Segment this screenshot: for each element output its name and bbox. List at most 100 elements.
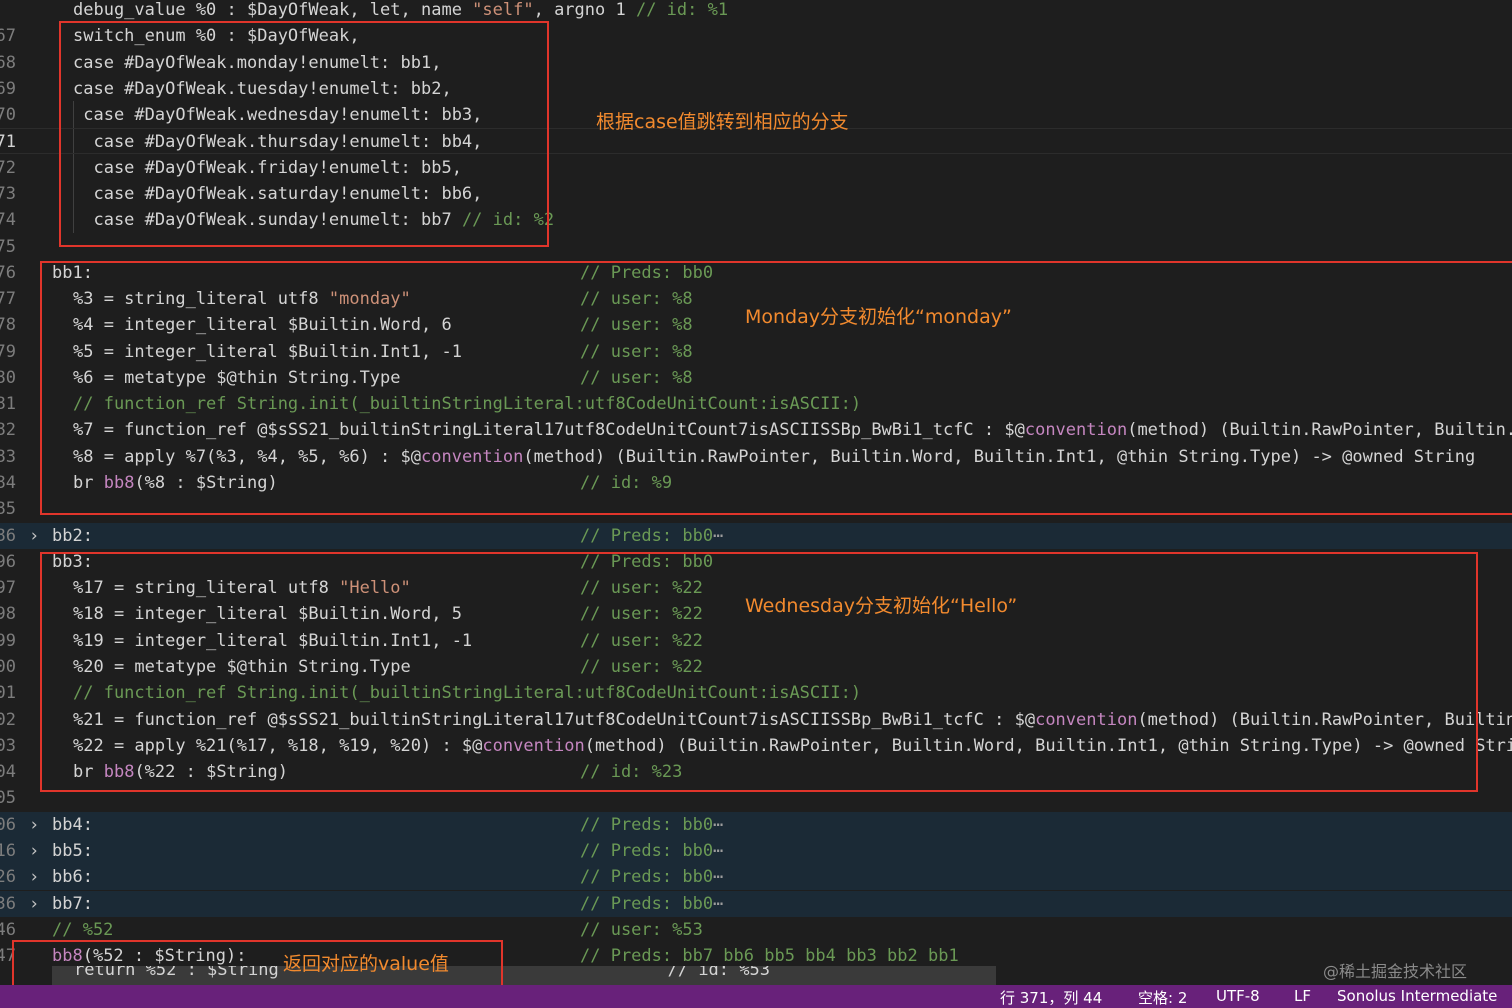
code-line[interactable]: 86 › bb2: // Preds: bb0⋯	[0, 522, 1512, 549]
code-line[interactable]: 99 %19 = integer_literal $Builtin.Int1, -…	[0, 628, 1512, 654]
code-text: bb7:	[52, 893, 93, 914]
language-mode[interactable]: Sonolus Intermediate	[1337, 987, 1497, 1005]
code-text: %21 = function_ref @$sSS21_builtinString…	[73, 709, 1512, 730]
code-line[interactable]: 79 %5 = integer_literal $Builtin.Int1, -1…	[0, 339, 1512, 365]
code-line[interactable]: 146 // %52 // user: %53	[0, 917, 1512, 943]
folded-ellipsis-icon[interactable]: ⋯	[713, 815, 723, 835]
trailing-comment: // user: %8	[580, 315, 693, 336]
folded-ellipsis-icon[interactable]: ⋯	[713, 867, 723, 887]
line-number: 84	[0, 473, 16, 494]
fold-chevron-icon[interactable]: ›	[29, 812, 39, 838]
code-line[interactable]: debug_value %0 : $DayOfWeak, let, name "…	[0, 0, 1512, 23]
trailing-comment: // user: %22	[580, 630, 703, 651]
line-number: 106	[0, 814, 16, 835]
code-line[interactable]: 83 %8 = apply %7(%3, %4, %5, %6) : $@conv…	[0, 444, 1512, 470]
code-text: case #DayOfWeak.friday!enumelt: bb5,	[73, 157, 462, 178]
wednesday-annotation-text: Wednesday分支初始化“Hello”	[745, 595, 1018, 617]
code-line[interactable]: 85	[0, 496, 1512, 522]
code-text: case #DayOfWeak.wednesday!enumelt: bb3,	[73, 105, 483, 126]
code-line[interactable]: 75	[0, 234, 1512, 260]
code-text: %17 = string_literal utf8 "Hello"	[73, 578, 411, 599]
trailing-comment: // user: %22	[580, 578, 703, 599]
fold-chevron-icon[interactable]: ›	[29, 523, 39, 549]
folded-ellipsis-icon[interactable]: ⋯	[713, 894, 723, 914]
line-number: 73	[0, 183, 16, 204]
code-line[interactable]: 126 › bb6: // Preds: bb0⋯	[0, 864, 1512, 891]
code-text: // %52	[52, 919, 114, 940]
code-editor[interactable]: debug_value %0 : $DayOfWeak, let, name "…	[0, 0, 1512, 985]
code-line[interactable]: 103 %22 = apply %21(%17, %18, %19, %20) :…	[0, 733, 1512, 759]
trailing-comment: // user: %8	[580, 341, 693, 362]
fold-chevron-icon[interactable]: ›	[29, 864, 39, 890]
code-line[interactable]: 106 › bb4: // Preds: bb0⋯	[0, 811, 1512, 838]
trailing-comment: // user: %8	[580, 367, 693, 388]
code-line[interactable]: 96 bb3: // Preds: bb0	[0, 549, 1512, 575]
code-line[interactable]: 100 %20 = metatype $@thin String.Type // u…	[0, 654, 1512, 680]
code-text: br bb8(%8 : $String)	[73, 473, 278, 494]
folded-ellipsis-icon[interactable]: ⋯	[713, 526, 723, 546]
code-line[interactable]: 67 switch_enum %0 : $DayOfWeak,	[0, 23, 1512, 49]
switch-annotation-text: 根据case值跳转到相应的分支	[596, 111, 849, 133]
code-text: bb4:	[52, 814, 93, 835]
line-number: 146	[0, 919, 16, 940]
code-line[interactable]: 74 case #DayOfWeak.sunday!enumelt: bb7 /…	[0, 207, 1512, 233]
encoding-setting[interactable]: UTF-8	[1216, 987, 1260, 1005]
code-line[interactable]: 81 // function_ref String.init(_builtinSt…	[0, 391, 1512, 417]
indentation-setting[interactable]: 空格: 2	[1138, 987, 1187, 1008]
code-text: %20 = metatype $@thin String.Type	[73, 657, 411, 677]
line-number: 80	[0, 367, 16, 388]
line-number: 81	[0, 394, 16, 415]
code-line[interactable]: 116 › bb5: // Preds: bb0⋯	[0, 837, 1512, 864]
code-line[interactable]: 84 br bb8(%8 : $String) // id: %9	[0, 470, 1512, 496]
code-line[interactable]: 105	[0, 785, 1512, 811]
line-number: 76	[0, 262, 16, 283]
code-text: // function_ref String.init(_builtinStri…	[73, 683, 862, 704]
code-line[interactable]: 136 › bb7: // Preds: bb0⋯	[0, 890, 1512, 917]
line-number: 68	[0, 52, 16, 73]
line-number: 147	[0, 946, 16, 967]
line-number: 77	[0, 289, 16, 310]
code-line[interactable]: 104 br bb8(%22 : $String) // id: %23	[0, 759, 1512, 785]
line-number: 136	[0, 893, 16, 914]
code-text: case #DayOfWeak.tuesday!enumelt: bb2,	[73, 78, 452, 99]
trailing-comment: // id: %9	[580, 473, 673, 494]
code-text: %8 = apply %7(%3, %4, %5, %6) : $@conven…	[73, 446, 1476, 467]
line-number: 67	[0, 26, 16, 47]
code-line[interactable]: 76 bb1: // Preds: bb0	[0, 260, 1512, 286]
code-text: %5 = integer_literal $Builtin.Int1, -1	[73, 341, 462, 362]
code-text: bb5:	[52, 840, 93, 861]
line-number: 85	[0, 499, 16, 520]
trailing-comment: // user: %53	[580, 919, 703, 940]
code-text: // function_ref String.init(_builtinStri…	[73, 394, 862, 415]
line-number: 83	[0, 446, 16, 467]
code-line[interactable]: 73 case #DayOfWeak.saturday!enumelt: bb6…	[0, 181, 1512, 207]
code-line[interactable]: 72 case #DayOfWeak.friday!enumelt: bb5,	[0, 155, 1512, 181]
return-annotation-text: 返回对应的value值	[283, 953, 449, 975]
code-text: case #DayOfWeak.sunday!enumelt: bb7 // i…	[73, 210, 555, 231]
fold-chevron-icon[interactable]: ›	[29, 891, 39, 917]
trailing-comment: // Preds: bb0⋯	[580, 867, 724, 888]
code-text: case #DayOfWeak.monday!enumelt: bb1,	[73, 52, 442, 73]
code-line[interactable]: 80 %6 = metatype $@thin String.Type // use…	[0, 365, 1512, 391]
line-ending-setting[interactable]: LF	[1294, 987, 1311, 1005]
line-number: 70	[0, 105, 16, 126]
cursor-position[interactable]: 行 371，列 44	[1000, 987, 1102, 1008]
line-number: 79	[0, 341, 16, 362]
line-number: 72	[0, 157, 16, 178]
code-text: %4 = integer_literal $Builtin.Word, 6	[73, 315, 452, 336]
code-line[interactable]: 68 case #DayOfWeak.monday!enumelt: bb1,	[0, 50, 1512, 76]
trailing-comment: // user: %8	[580, 289, 693, 310]
trailing-comment: // Preds: bb0⋯	[580, 840, 724, 861]
code-line[interactable]: 82 %7 = function_ref @$sSS21_builtinStrin…	[0, 417, 1512, 443]
line-number: 99	[0, 630, 16, 651]
trailing-comment: // id: %23	[580, 762, 683, 783]
fold-chevron-icon[interactable]: ›	[29, 838, 39, 864]
monday-annotation-text: Monday分支初始化“monday”	[745, 306, 1012, 328]
folded-ellipsis-icon[interactable]: ⋯	[713, 841, 723, 861]
line-number: 101	[0, 683, 16, 704]
code-line[interactable]: 101 // function_ref String.init(_builtinS…	[0, 680, 1512, 706]
code-line[interactable]: 102 %21 = function_ref @$sSS21_builtinStr…	[0, 707, 1512, 733]
line-number: 102	[0, 709, 16, 730]
code-text: bb1:	[52, 262, 93, 283]
code-line[interactable]: 69 case #DayOfWeak.tuesday!enumelt: bb2,	[0, 76, 1512, 102]
